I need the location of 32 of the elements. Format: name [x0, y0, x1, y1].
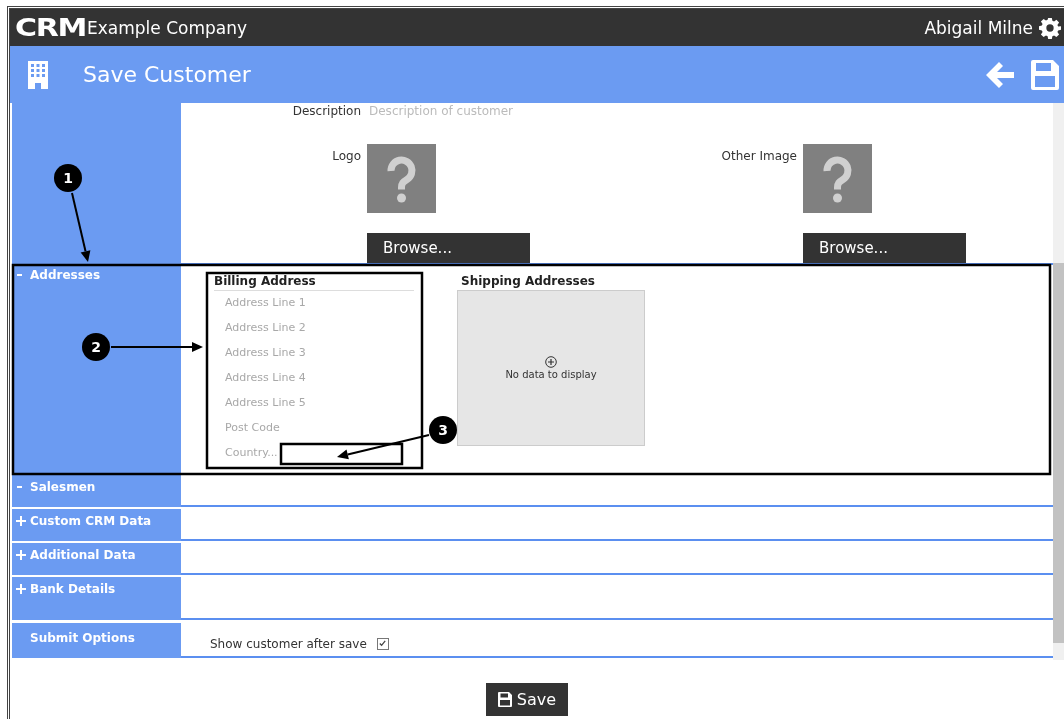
field-label: Logo — [331, 148, 361, 165]
callout-badge: 2 — [82, 333, 110, 361]
settings-icon[interactable] — [1039, 16, 1061, 39]
section-header[interactable]: Addresses — [12, 263, 101, 282]
expand-icon[interactable] — [16, 516, 26, 526]
scrollbar[interactable] — [1053, 103, 1064, 660]
browse-button[interactable]: Browse... — [367, 233, 530, 263]
section-header: Submit Options — [29, 630, 135, 645]
crm-logo: CRM — [15, 13, 88, 42]
save-icon[interactable] — [1031, 59, 1059, 90]
expand-icon[interactable] — [16, 584, 26, 594]
back-arrow-icon[interactable] — [985, 59, 1015, 90]
add-icon[interactable] — [545, 356, 557, 368]
field-label: Description — [291, 103, 361, 118]
save-icon — [497, 692, 512, 707]
callout-badge: 3 — [429, 416, 457, 444]
browse-button[interactable]: Browse... — [803, 233, 966, 263]
save-button[interactable]: Save — [485, 683, 569, 716]
annotation-arrow — [71, 192, 91, 262]
company-name: Example Company — [87, 17, 248, 38]
page-title: Save Customer — [83, 62, 251, 87]
user-name[interactable]: Abigail Milne — [924, 17, 1033, 38]
checkbox[interactable] — [376, 637, 389, 650]
callout-badge: 1 — [54, 164, 82, 192]
empty-message: No data to display — [505, 369, 597, 380]
checkbox-label: Show customer after save — [210, 636, 367, 651]
field-label: Other Image — [720, 148, 797, 165]
image-placeholder-icon — [803, 144, 872, 213]
building-icon — [28, 60, 48, 89]
panel-title: Shipping Addresses — [460, 274, 596, 290]
expand-icon[interactable] — [16, 550, 26, 560]
image-placeholder-icon — [367, 144, 436, 213]
